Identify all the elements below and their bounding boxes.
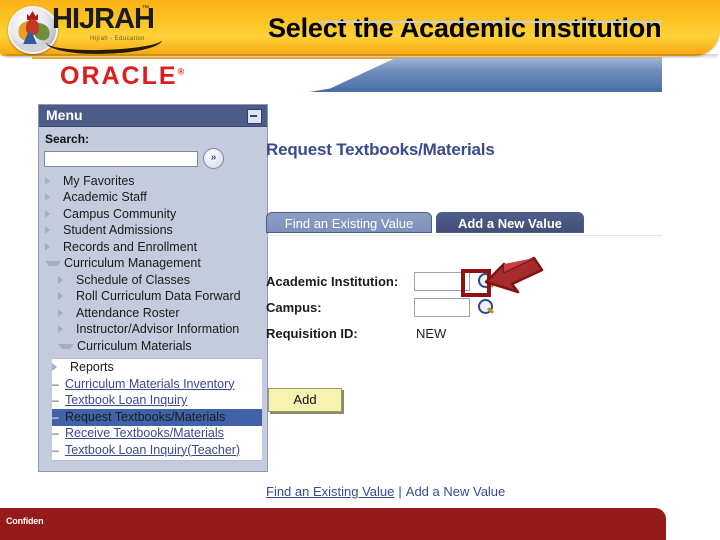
bottom-links: Find an Existing Value | Add a New Value [266,484,505,499]
menu-body: Search: » My Favorites Academic Staff Camp… [39,127,267,471]
bottom-link-add-a-new-value[interactable]: Add a New Value [406,484,506,499]
menu-item-label: My Favorites [63,173,135,188]
search-go-icon[interactable]: » [203,148,224,169]
chevron-right-icon[interactable] [58,308,73,317]
oracle-registered-mark: ® [177,66,185,77]
menu-item-student-admissions[interactable]: Student Admissions [44,223,262,240]
menu-item-academic-staff[interactable]: Academic Staff [44,190,262,207]
content-area: Request Textbooks/Materials [266,140,666,160]
tab-add-label: Add a New Value [457,216,563,231]
field-label-campus: Campus: [266,299,322,315]
slide-footer-accent [655,508,666,540]
submenu-item-label: Reports [70,360,114,374]
hijrah-logo: HIJRAH ™ Hijrah - Education [2,0,163,58]
menu-item-my-favorites[interactable]: My Favorites [44,173,262,190]
slide-title: Select the Academic Institution [268,13,662,43]
submenu-item-label: Curriculum Materials Inventory [65,376,235,391]
campus-input[interactable] [414,297,470,317]
menu-item-label: Academic Staff [63,190,147,204]
menu-item-records-and-enrollment[interactable]: Records and Enrollment [44,239,262,256]
tab-strip-rule [318,21,662,23]
confidential-label: Confiden [6,516,44,526]
leaf-dash-icon: – [52,393,59,407]
requisition-id-value: NEW [416,325,447,341]
menu-item-label: Schedule of Classes [76,272,190,287]
menu-item-label: Instructor/Advisor Information [76,322,240,336]
menu-item-label: Curriculum Materials [77,338,192,353]
leaf-dash-icon: – [52,426,59,440]
chevron-right-icon[interactable] [58,292,73,300]
submenu-item-curriculum-materials-inventory[interactable]: – Curriculum Materials Inventory [52,376,262,393]
menu-item-label: Student Admissions [63,223,173,237]
menu-submenu: Reports – Curriculum Materials Inventory – T… [52,357,262,461]
slide-canvas: Confiden Select the Academic Institution… [0,0,720,540]
submenu-item-reports[interactable]: Reports [52,360,262,377]
chevron-right-icon[interactable] [58,325,73,333]
menu-item-instructor-advisor-information[interactable]: Instructor/Advisor Information [44,322,262,339]
menu-item-campus-community[interactable]: Campus Community [44,206,262,223]
page-title: Request Textbooks/Materials [266,140,495,159]
chevron-right-icon[interactable] [45,209,60,218]
chevron-right-icon[interactable] [52,363,67,371]
menu-bottom-filler [44,460,262,471]
tab-find-an-existing-value[interactable]: Find an Existing Value [266,212,432,233]
submenu-item-label: Request Textbooks/Materials [65,409,226,424]
menu-item-label: Campus Community [63,206,177,221]
chevron-right-icon[interactable] [45,193,60,201]
annotation-arrow-icon [482,254,544,302]
submenu-item-label: Textbook Loan Inquiry [65,393,188,407]
search-input[interactable] [44,150,198,167]
field-row-requisition-id: Requisition ID: NEW [266,322,666,344]
bottom-link-separator: | [398,484,402,499]
chevron-right-icon[interactable] [45,242,60,251]
submenu-item-label: Receive Textbooks/Materials [65,426,224,440]
field-label-requisition-id: Requisition ID: [266,325,358,341]
menu-item-label: Records and Enrollment [63,239,198,254]
menu-item-label: Roll Curriculum Data Forward [76,289,241,303]
submenu-item-label: Textbook Loan Inquiry(Teacher) [65,442,241,457]
submenu-item-textbook-loan-inquiry-teacher[interactable]: – Textbook Loan Inquiry(Teacher) [52,442,262,459]
menu-item-label: Attendance Roster [76,305,180,320]
menu-item-roll-curriculum-data-forward[interactable]: Roll Curriculum Data Forward [44,289,262,306]
chevron-right-icon[interactable] [45,226,60,234]
submenu-item-textbook-loan-inquiry[interactable]: – Textbook Loan Inquiry [52,393,262,410]
menu-header-label: Menu [46,107,83,123]
menu-item-label: Curriculum Management [64,256,201,270]
submenu-item-request-textbooks-materials[interactable]: – Request Textbooks/Materials [52,409,262,426]
field-row-campus: Campus: [266,296,666,318]
menu-item-curriculum-management[interactable]: Curriculum Management [44,256,262,273]
chevron-right-icon[interactable] [58,275,73,284]
leaf-dash-icon: – [52,442,59,457]
slide-footer-bar [0,508,666,540]
leaf-dash-icon: – [52,376,59,391]
tab-strip: Find an Existing Value Add a New Value [266,212,662,237]
bottom-link-find-an-existing-value[interactable]: Find an Existing Value [266,484,394,499]
chevron-down-icon[interactable] [45,261,61,266]
menu-search-row: » [44,148,262,172]
submenu-item-receive-textbooks-materials[interactable]: – Receive Textbooks/Materials [52,426,262,443]
menu-pagelet: Menu Search: » My Favorites Academic Staf… [38,104,268,472]
hijrah-trademark: ™ [142,5,149,12]
field-label-academic-institution: Academic Institution: [266,273,399,289]
menu-item-attendance-roster[interactable]: Attendance Roster [44,305,262,322]
leaf-dash-icon: – [52,409,59,424]
add-button[interactable]: Add [268,388,342,412]
minimize-icon[interactable] [247,109,262,124]
chevron-right-icon[interactable] [45,176,60,185]
menu-header: Menu [39,105,267,127]
hijrah-tagline: Hijrah - Education [90,36,145,42]
menu-tree: My Favorites Academic Staff Campus Communi… [44,172,262,357]
tab-find-label: Find an Existing Value [284,216,414,231]
tab-strip-underline [266,235,662,236]
tab-add-a-new-value[interactable]: Add a New Value [436,212,584,233]
menu-item-curriculum-materials[interactable]: Curriculum Materials [44,338,262,355]
oracle-logo-text: ORACLE [60,62,178,90]
menu-search-label: Search: [45,132,90,146]
chevron-down-icon[interactable] [58,343,74,349]
oracle-logo: ORACLE® [60,62,184,91]
menu-item-schedule-of-classes[interactable]: Schedule of Classes [44,272,262,289]
